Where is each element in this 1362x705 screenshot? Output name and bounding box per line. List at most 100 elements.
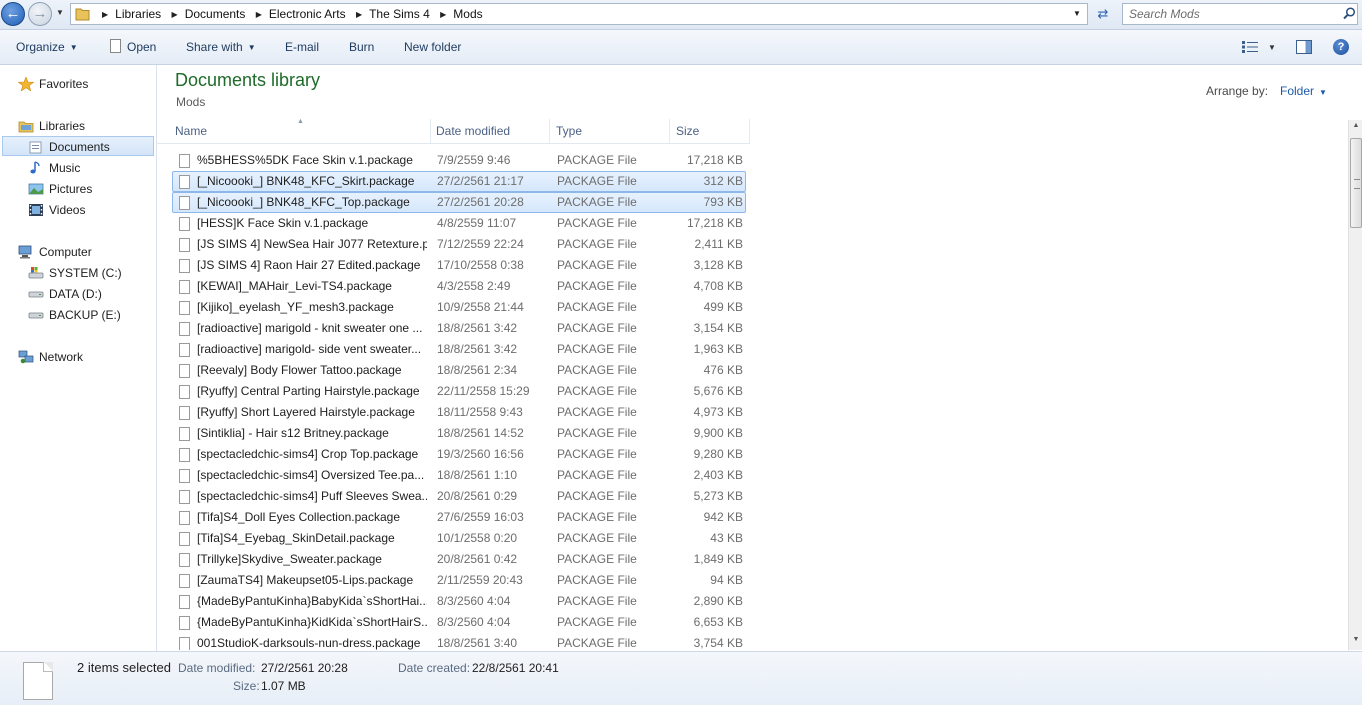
file-type: PACKAGE File — [557, 342, 637, 356]
open-button[interactable]: Open — [127, 40, 156, 54]
file-date-modified: 18/8/2561 3:40 — [437, 636, 518, 650]
refresh-button[interactable]: ⇄ — [1093, 3, 1113, 25]
burn-button[interactable]: Burn — [349, 40, 374, 54]
chevron-right-icon[interactable]: ▶ — [440, 10, 446, 19]
chevron-right-icon[interactable]: ▶ — [356, 10, 362, 19]
arrange-by-dropdown[interactable]: Folder ▼ — [1280, 84, 1327, 98]
table-row[interactable]: [Kijiko]_eyelash_YF_mesh3.package 10/9/25… — [172, 297, 746, 318]
address-history-dropdown-icon[interactable]: ▼ — [1073, 9, 1081, 18]
file-name: [Tifa]S4_Doll Eyes Collection.package — [197, 510, 400, 524]
preview-pane-icon[interactable] — [1296, 40, 1312, 54]
scrollbar-thumb[interactable] — [1350, 138, 1362, 228]
table-row[interactable]: [_Nicoooki_] BNK48_KFC_Top.package 27/2/2… — [172, 192, 746, 213]
file-type: PACKAGE File — [557, 216, 637, 230]
breadcrumb-the-sims-4[interactable]: The Sims 4 — [369, 7, 430, 21]
file-date-modified: 18/8/2561 14:52 — [437, 426, 524, 440]
table-row[interactable]: [Reevaly] Body Flower Tattoo.package 18/8… — [172, 360, 746, 381]
view-options-dropdown-icon[interactable]: ▼ — [1268, 43, 1276, 52]
table-row[interactable]: [_Nicoooki_] BNK48_KFC_Skirt.package 27/2… — [172, 171, 746, 192]
hard-drive-icon — [28, 291, 44, 298]
table-row[interactable]: [HESS]K Face Skin v.1.package 4/8/2559 11… — [172, 213, 746, 234]
chevron-right-icon[interactable]: ▶ — [102, 10, 108, 19]
file-icon — [179, 322, 190, 336]
breadcrumb-electronic-arts[interactable]: Electronic Arts — [269, 7, 346, 21]
file-icon — [179, 259, 190, 273]
forward-button[interactable]: → — [28, 2, 52, 26]
table-row[interactable]: [Tifa]S4_Eyebag_SkinDetail.package 10/1/2… — [172, 528, 746, 549]
table-row[interactable]: [spectacledchic-sims4] Puff Sleeves Swea… — [172, 486, 746, 507]
date-created-value: 22/8/2561 20:41 — [472, 661, 559, 675]
search-input[interactable] — [1129, 6, 1329, 22]
breadcrumb-documents[interactable]: Documents — [185, 7, 246, 21]
table-row[interactable]: {MadeByPantuKinha}KidKida`sShortHairS...… — [172, 612, 746, 633]
share-with-button[interactable]: Share with ▼ — [186, 40, 256, 54]
scroll-up-arrow-icon[interactable]: ▲ — [1349, 122, 1362, 134]
table-row[interactable]: [Sintiklia] - Hair s12 Britney.package 18… — [172, 423, 746, 444]
file-type: PACKAGE File — [557, 321, 637, 335]
file-size: 6,653 KB — [693, 615, 743, 629]
help-icon[interactable]: ? — [1333, 39, 1349, 55]
file-type: PACKAGE File — [557, 489, 637, 503]
table-row[interactable]: [JS SIMS 4] Raon Hair 27 Edited.package 1… — [172, 255, 746, 276]
column-header-size[interactable]: Size — [672, 119, 750, 143]
folder-icon — [75, 8, 90, 21]
column-header-date-modified[interactable]: Date modified — [432, 119, 550, 143]
vertical-scrollbar[interactable]: ▲ ▼ — [1348, 120, 1362, 650]
recent-pages-dropdown-icon[interactable]: ▼ — [56, 8, 64, 17]
file-date-modified: 4/8/2559 11:07 — [437, 216, 517, 230]
chevron-right-icon[interactable]: ▶ — [256, 10, 262, 19]
table-row[interactable]: [spectacledchic-sims4] Oversized Tee.pa.… — [172, 465, 746, 486]
email-button[interactable]: E-mail — [285, 40, 319, 54]
file-size: 94 KB — [710, 573, 743, 587]
table-row[interactable]: {MadeByPantuKinha}BabyKida`sShortHai... 8… — [172, 591, 746, 612]
scroll-down-arrow-icon[interactable]: ▼ — [1349, 636, 1362, 648]
file-name: [spectacledchic-sims4] Puff Sleeves Swea… — [197, 489, 427, 503]
file-type: PACKAGE File — [557, 552, 637, 566]
music-note-icon — [30, 161, 40, 174]
new-folder-button[interactable]: New folder — [404, 40, 461, 54]
table-row[interactable]: [spectacledchic-sims4] Crop Top.package 1… — [172, 444, 746, 465]
chevron-right-icon[interactable]: ▶ — [172, 10, 178, 19]
back-button[interactable]: ← — [1, 2, 25, 26]
file-icon — [179, 490, 190, 504]
table-row[interactable]: [Tifa]S4_Doll Eyes Collection.package 27/… — [172, 507, 746, 528]
file-name: %5BHESS%5DK Face Skin v.1.package — [197, 153, 413, 167]
organize-label: Organize — [16, 40, 65, 54]
library-subtitle: Mods — [176, 95, 206, 109]
file-size: 312 KB — [703, 174, 743, 188]
file-type: PACKAGE File — [557, 258, 637, 272]
file-date-modified: 27/2/2561 20:28 — [437, 195, 524, 209]
table-row[interactable]: [Ryuffy] Central Parting Hairstyle.packa… — [172, 381, 746, 402]
file-icon — [179, 637, 190, 650]
file-size: 3,754 KB — [693, 636, 743, 650]
search-box[interactable] — [1122, 3, 1358, 25]
organize-button[interactable]: Organize ▼ — [16, 40, 78, 54]
file-icon — [179, 511, 190, 525]
table-row[interactable]: [ZaumaTS4] Makeupset05-Lips.package 2/11/… — [172, 570, 746, 591]
file-type: PACKAGE File — [557, 531, 637, 545]
table-row[interactable]: 001StudioK-darksouls-nun-dress.package 18… — [172, 633, 746, 650]
search-icon[interactable] — [1343, 7, 1356, 20]
column-header-type[interactable]: Type — [552, 119, 670, 143]
library-title: Documents library — [175, 70, 321, 90]
file-name: [radioactive] marigold- side vent sweate… — [197, 342, 422, 356]
file-name: [_Nicoooki_] BNK48_KFC_Skirt.package — [197, 174, 415, 188]
file-date-modified: 27/2/2561 21:17 — [437, 174, 524, 188]
share-with-label: Share with — [186, 40, 243, 54]
table-row[interactable]: [JS SIMS 4] NewSea Hair J077 Retexture.p… — [172, 234, 746, 255]
table-row[interactable]: [Ryuffy] Short Layered Hairstyle.package… — [172, 402, 746, 423]
breadcrumb-mods[interactable]: Mods — [453, 7, 482, 21]
table-row[interactable]: [KEWAI]_MAHair_Levi-TS4.package 4/3/2558 … — [172, 276, 746, 297]
table-row[interactable]: [Trillyke]Skydive_Sweater.package 20/8/25… — [172, 549, 746, 570]
address-bar[interactable]: ▶ Libraries ▶ Documents ▶ Electronic Arts ▶… — [70, 3, 1088, 25]
table-row[interactable]: %5BHESS%5DK Face Skin v.1.package 7/9/255… — [172, 150, 746, 171]
view-options-icon[interactable] — [1242, 41, 1258, 53]
table-row[interactable]: [radioactive] marigold- side vent sweate… — [172, 339, 746, 360]
file-size: 9,900 KB — [693, 426, 743, 440]
hard-drive-icon — [28, 312, 44, 319]
breadcrumb-libraries[interactable]: Libraries — [115, 7, 161, 21]
file-list: %5BHESS%5DK Face Skin v.1.package 7/9/255… — [157, 150, 757, 650]
file-icon — [179, 343, 190, 357]
file-date-modified: 19/3/2560 16:56 — [437, 447, 524, 461]
table-row[interactable]: [radioactive] marigold - knit sweater on… — [172, 318, 746, 339]
